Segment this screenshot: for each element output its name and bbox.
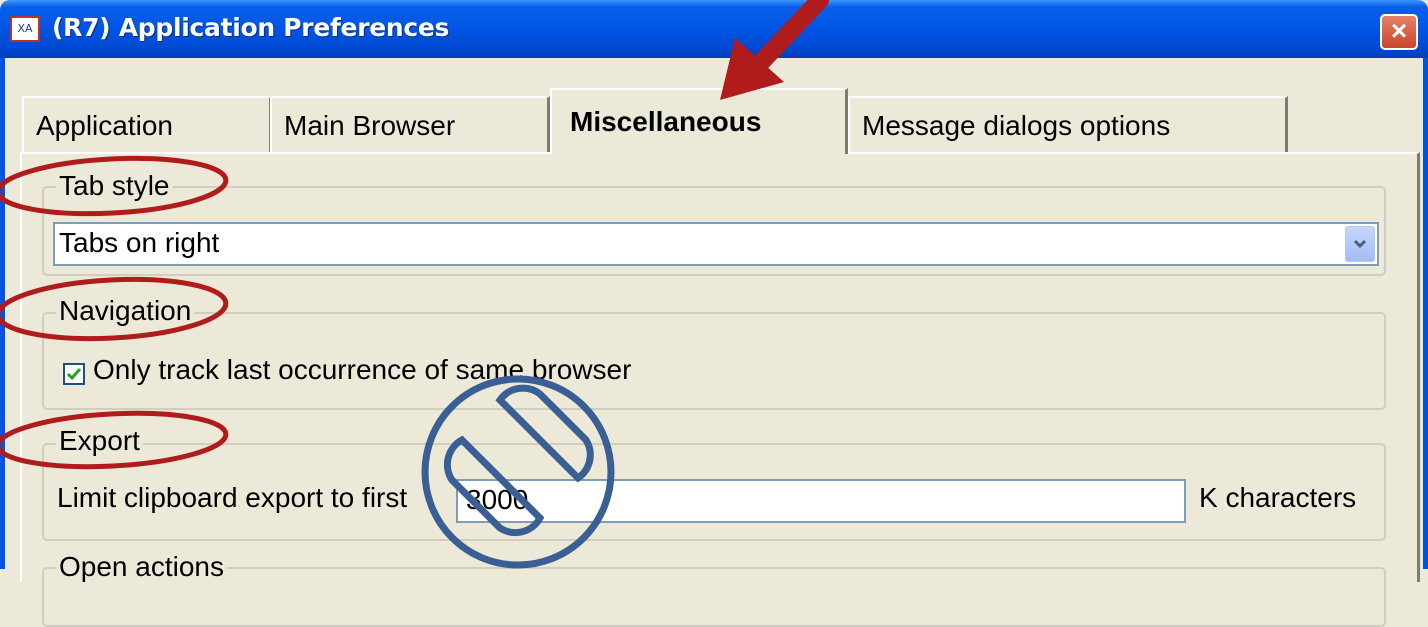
- tab-miscellaneous[interactable]: Miscellaneous: [550, 88, 848, 154]
- tab-style-select[interactable]: Tabs on right: [53, 222, 1379, 266]
- preferences-window: XA (R7) Application Preferences × Applic…: [0, 0, 1428, 627]
- window-frame-left: [0, 58, 5, 569]
- track-last-occurrence-checkbox[interactable]: [63, 363, 85, 385]
- tab-style-legend: Tab style: [56, 170, 173, 202]
- app-icon: XA: [10, 16, 40, 42]
- export-limit-label: Limit clipboard export to first: [57, 482, 408, 513]
- check-icon: [66, 368, 82, 381]
- open-actions-legend: Open actions: [56, 551, 227, 583]
- dropdown-button[interactable]: [1345, 226, 1375, 262]
- window-title: (R7) Application Preferences: [52, 13, 450, 42]
- tab-main-browser[interactable]: Main Browser: [270, 96, 550, 152]
- open-actions-group: [42, 567, 1386, 627]
- close-button[interactable]: ×: [1380, 14, 1418, 50]
- export-unit-label: K characters: [1199, 482, 1357, 513]
- export-legend: Export: [56, 425, 143, 457]
- title-bar[interactable]: XA (R7) Application Preferences ×: [0, 0, 1428, 58]
- navigation-legend: Navigation: [56, 295, 195, 327]
- export-limit-input[interactable]: 3000: [456, 479, 1186, 523]
- close-icon: ×: [1390, 15, 1408, 46]
- chevron-down-icon: [1353, 239, 1367, 249]
- tab-application[interactable]: Application: [22, 96, 272, 152]
- track-last-occurrence-label[interactable]: Only track last occurrence of same brows…: [93, 354, 631, 386]
- window-frame-right: [1423, 58, 1428, 569]
- tab-style-select-value: Tabs on right: [59, 227, 220, 258]
- tab-message-dialogs-options[interactable]: Message dialogs options: [848, 96, 1288, 152]
